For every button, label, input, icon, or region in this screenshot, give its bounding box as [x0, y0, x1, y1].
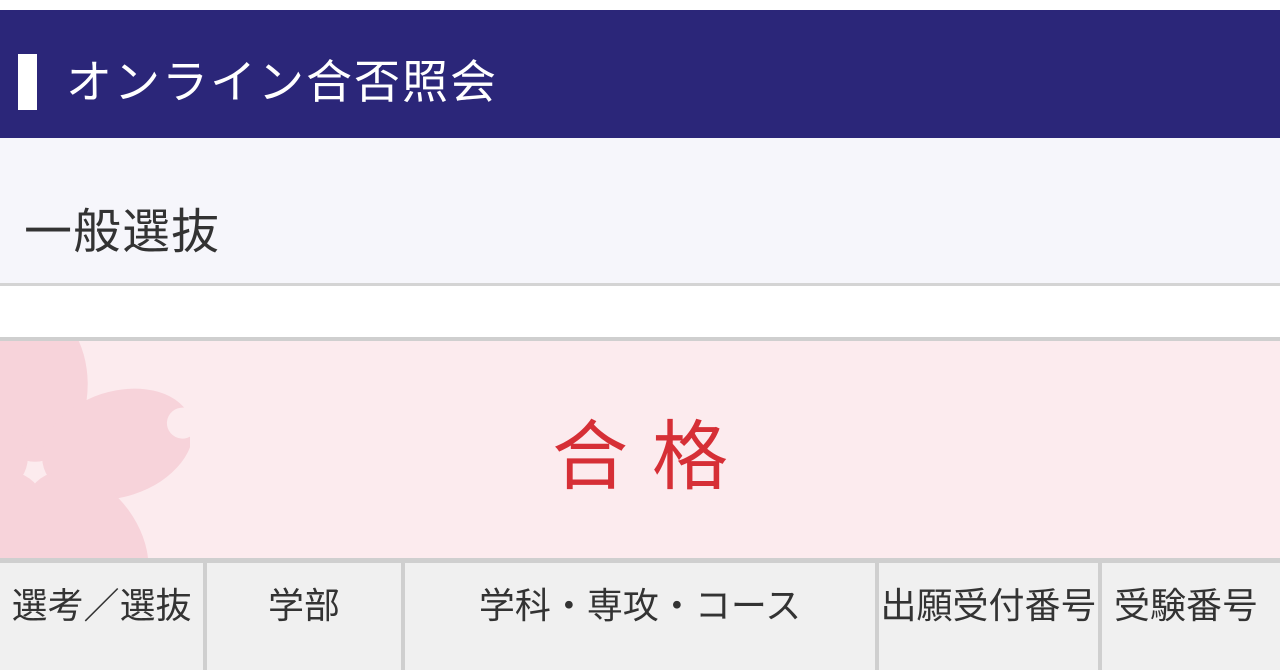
table-header-exam-number: 受験番号 — [1102, 563, 1280, 670]
result-status-text: 合格 — [552, 411, 752, 501]
result-panel: 合格 — [0, 341, 1280, 558]
top-strip — [0, 0, 1280, 10]
table-header-application-number: 出願受付番号 — [879, 563, 1098, 670]
table-header-faculty: 学部 — [207, 563, 401, 670]
section-title: 一般選抜 — [24, 204, 221, 260]
result-table: 選考／選抜 学部 学科・専攻・コース 出願受付番号 受験番号 — [0, 558, 1280, 670]
table-header-selection: 選考／選抜 — [0, 563, 203, 670]
header-accent-bar — [18, 54, 37, 110]
page-header: オンライン合否照会 — [0, 10, 1280, 138]
page-title: オンライン合否照会 — [66, 55, 498, 109]
section-gap — [0, 286, 1280, 338]
table-header-department: 学科・専攻・コース — [405, 563, 875, 670]
result-status: 合格 — [0, 341, 1280, 558]
